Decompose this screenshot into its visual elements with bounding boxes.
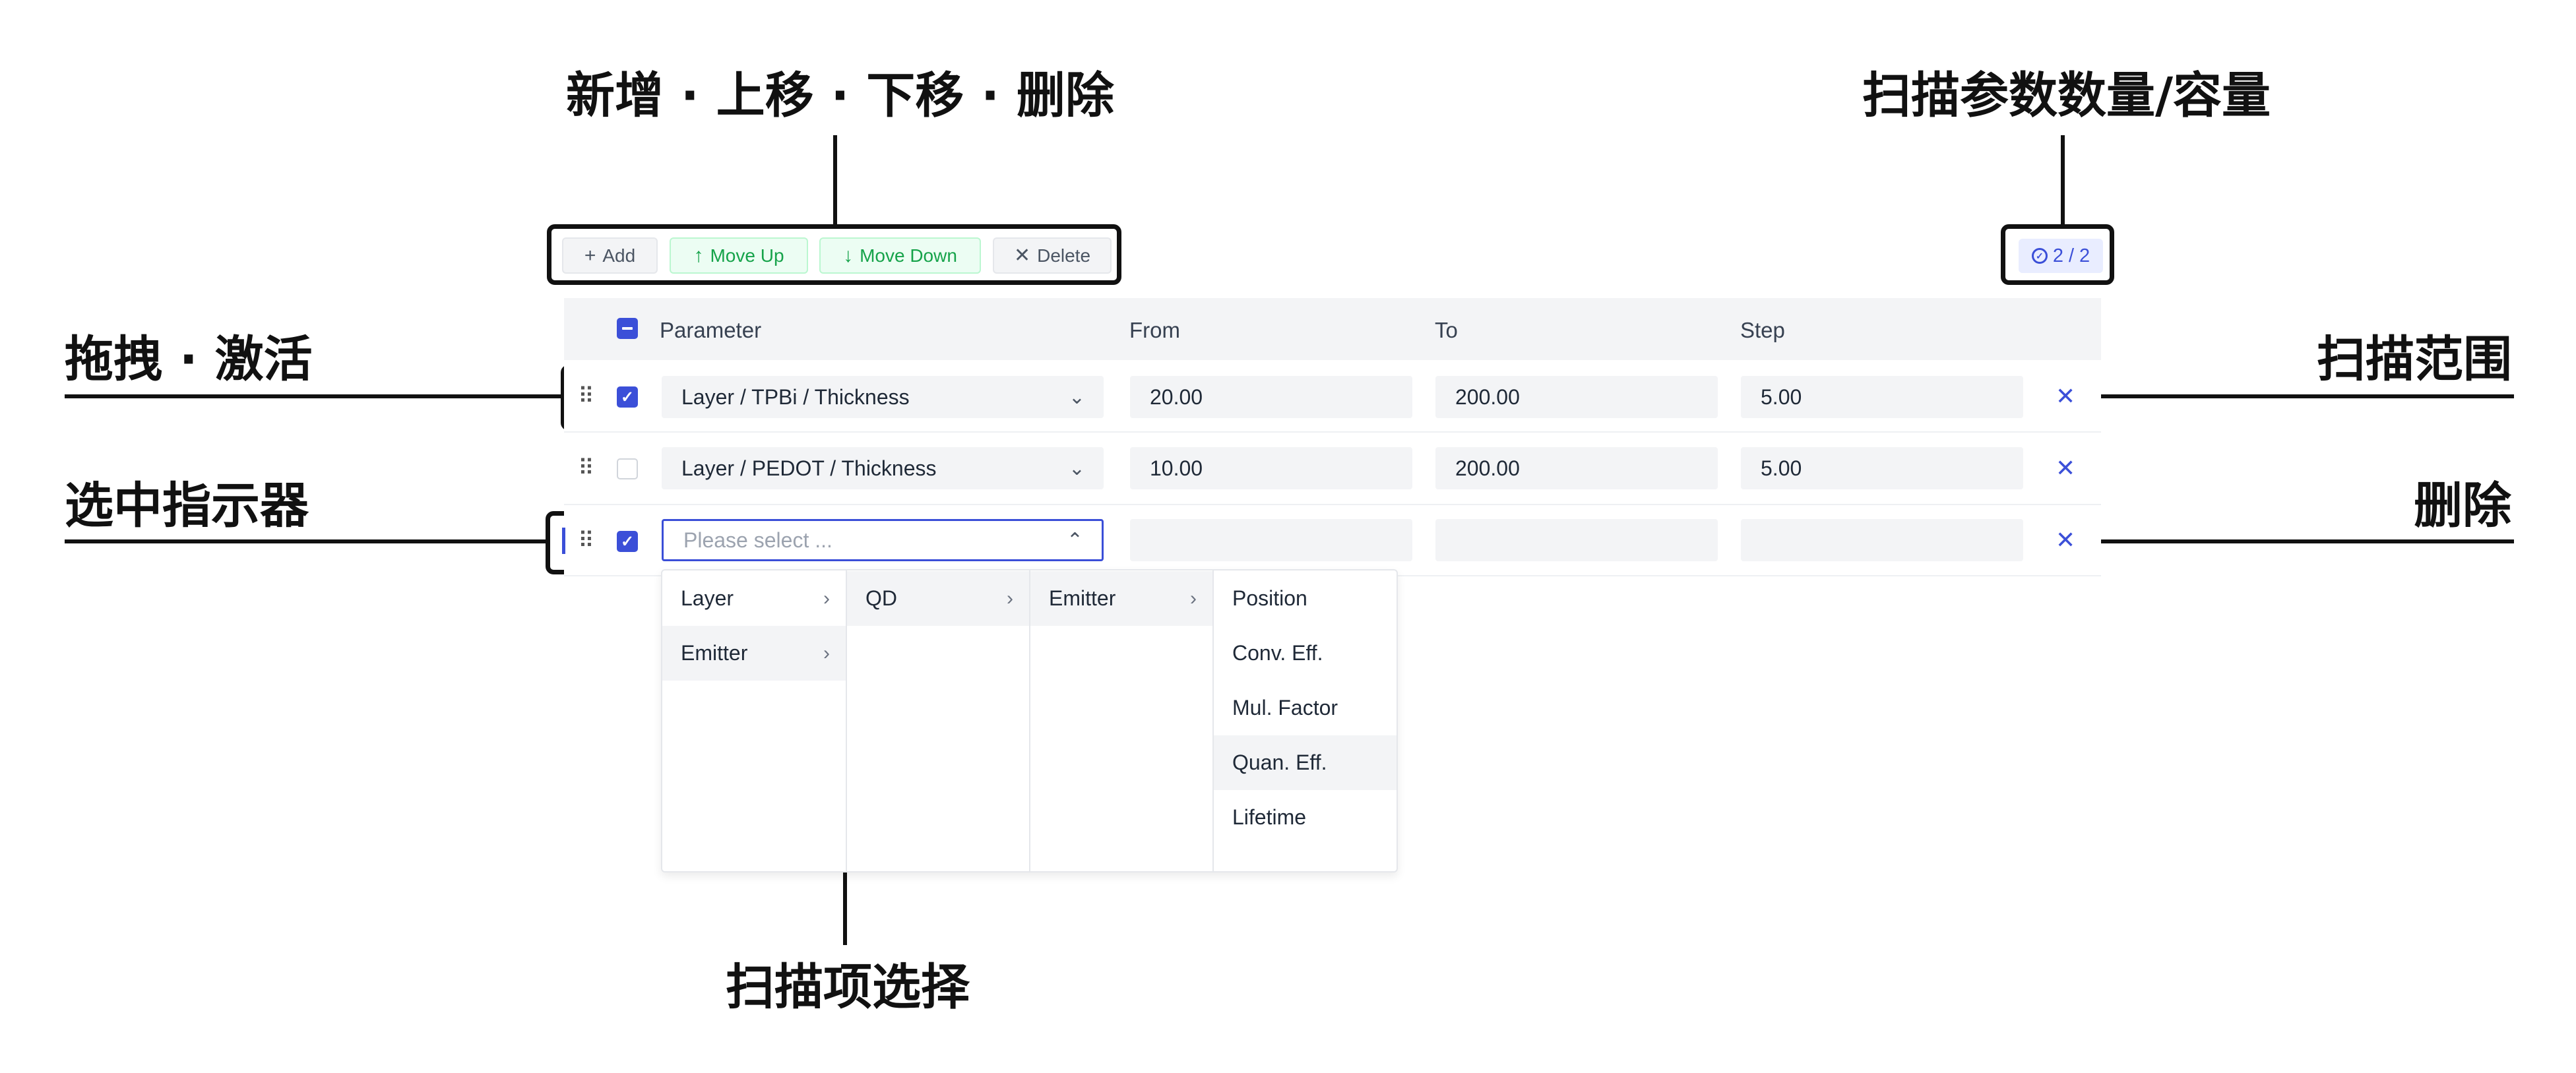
arrow-down-icon: ↓	[843, 244, 854, 266]
header-step: Step	[1740, 318, 1785, 342]
to-input[interactable]: 200.00	[1435, 447, 1718, 489]
row-checkbox[interactable]	[617, 458, 638, 479]
drag-handle-icon[interactable]: ⠿	[578, 530, 594, 552]
header-from: From	[1129, 318, 1180, 342]
row-delete-icon[interactable]: ✕	[2056, 384, 2075, 408]
annotation-line	[2061, 135, 2065, 226]
annotation-capacity: 扫描参数数量/容量	[1862, 67, 2271, 124]
cascader-option[interactable]: Lifetime	[1214, 790, 1397, 845]
plus-icon: +	[584, 244, 596, 266]
select-all-checkbox[interactable]	[617, 318, 638, 339]
cascader-option[interactable]: Emitter ›	[1030, 571, 1212, 626]
move-up-button-label: Move Up	[710, 245, 784, 266]
add-button[interactable]: + Add	[562, 237, 658, 274]
annotation-item-select: 扫描项选择	[726, 959, 970, 1016]
annotation-line	[2034, 394, 2514, 398]
drag-handle-icon[interactable]: ⠿	[578, 457, 594, 479]
parameter-select-value: Layer / PEDOT / Thickness	[681, 456, 937, 480]
annotation-toolbar-group: 新增 · 上移 · 下移 · 删除	[566, 67, 1114, 124]
chevron-right-icon: ›	[1190, 587, 1197, 609]
chevron-down-icon: ⌄	[1068, 457, 1085, 479]
row-checkbox[interactable]: ✓	[617, 386, 638, 408]
annotation-scan-range: 扫描范围	[2317, 331, 2512, 388]
cascader-column-3: Emitter ›	[1030, 570, 1214, 871]
capacity-separator: /	[2068, 245, 2075, 266]
cascader-option-label: Emitter	[681, 641, 748, 665]
chevron-right-icon: ›	[823, 587, 830, 609]
to-input[interactable]: 200.00	[1435, 376, 1718, 418]
chevron-down-icon: ⌄	[1068, 386, 1085, 408]
capacity-badge: ✓ 2 / 2	[2019, 239, 2103, 273]
cascader-option[interactable]: Mul. Factor	[1214, 681, 1397, 735]
capacity-used: 2	[2052, 245, 2063, 266]
annotation-line	[833, 135, 837, 226]
delete-button[interactable]: ✕ Delete	[993, 237, 1112, 274]
cascader-option[interactable]: Position	[1214, 571, 1397, 626]
cascader-column-4: Position Conv. Eff. Mul. Factor Quan. Ef…	[1214, 570, 1397, 871]
add-button-label: Add	[602, 245, 636, 266]
header-parameter: Parameter	[660, 318, 762, 342]
to-input[interactable]	[1435, 519, 1718, 561]
from-input[interactable]: 20.00	[1130, 376, 1412, 418]
chevron-right-icon: ›	[823, 642, 830, 664]
step-input[interactable]	[1741, 519, 2023, 561]
cascader-dropdown: Layer › Emitter › QD › Emitter › Positio…	[661, 569, 1398, 873]
cascader-option[interactable]: Conv. Eff.	[1214, 626, 1397, 681]
table-header	[564, 298, 2101, 360]
step-input[interactable]: 5.00	[1741, 447, 2023, 489]
move-down-button[interactable]: ↓ Move Down	[819, 237, 981, 274]
selected-indicator	[562, 528, 565, 554]
cascader-column-1: Layer › Emitter ›	[662, 570, 847, 871]
cascader-option[interactable]: Layer ›	[662, 571, 846, 626]
cascader-option-label: Emitter	[1049, 586, 1116, 610]
parameter-select[interactable]: Please select ... ⌃	[662, 519, 1104, 561]
arrow-up-icon: ↑	[693, 244, 704, 266]
cascader-option[interactable]: Quan. Eff.	[1214, 735, 1397, 790]
parameter-select[interactable]: Layer / TPBi / Thickness ⌄	[662, 376, 1104, 418]
annotation-line	[65, 539, 548, 543]
cascader-option-label: Layer	[681, 586, 734, 610]
parameter-select-value: Layer / TPBi / Thickness	[681, 384, 910, 409]
capacity-total: 2	[2079, 245, 2090, 266]
cascader-option-label: QD	[865, 586, 897, 610]
cascader-option[interactable]: QD ›	[847, 571, 1029, 626]
parameter-select[interactable]: Layer / PEDOT / Thickness ⌄	[662, 447, 1104, 489]
move-up-button[interactable]: ↑ Move Up	[670, 237, 808, 274]
annotation-drag-activate: 拖拽 · 激活	[65, 331, 313, 388]
chevron-right-icon: ›	[1007, 587, 1013, 609]
annotation-delete: 删除	[2414, 477, 2511, 534]
chevron-up-icon: ⌃	[1066, 529, 1083, 551]
parameter-select-placeholder: Please select ...	[683, 528, 832, 552]
check-circle-icon: ✓	[2031, 248, 2048, 264]
from-input[interactable]: 10.00	[1130, 447, 1412, 489]
move-down-button-label: Move Down	[860, 245, 957, 266]
row-delete-icon[interactable]: ✕	[2056, 528, 2075, 552]
from-input[interactable]	[1130, 519, 1412, 561]
step-input[interactable]: 5.00	[1741, 376, 2023, 418]
annotation-line	[65, 394, 561, 398]
annotation-line	[2098, 539, 2514, 543]
row-checkbox[interactable]: ✓	[617, 531, 638, 552]
row-delete-icon[interactable]: ✕	[2056, 456, 2075, 480]
drag-handle-icon[interactable]: ⠿	[578, 385, 594, 408]
annotation-selected-indicator: 选中指示器	[65, 477, 309, 534]
close-icon: ✕	[1013, 244, 1031, 266]
header-to: To	[1435, 318, 1458, 342]
cascader-column-2: QD ›	[847, 570, 1030, 871]
cascader-option[interactable]: Emitter ›	[662, 626, 846, 681]
delete-button-label: Delete	[1037, 245, 1091, 266]
